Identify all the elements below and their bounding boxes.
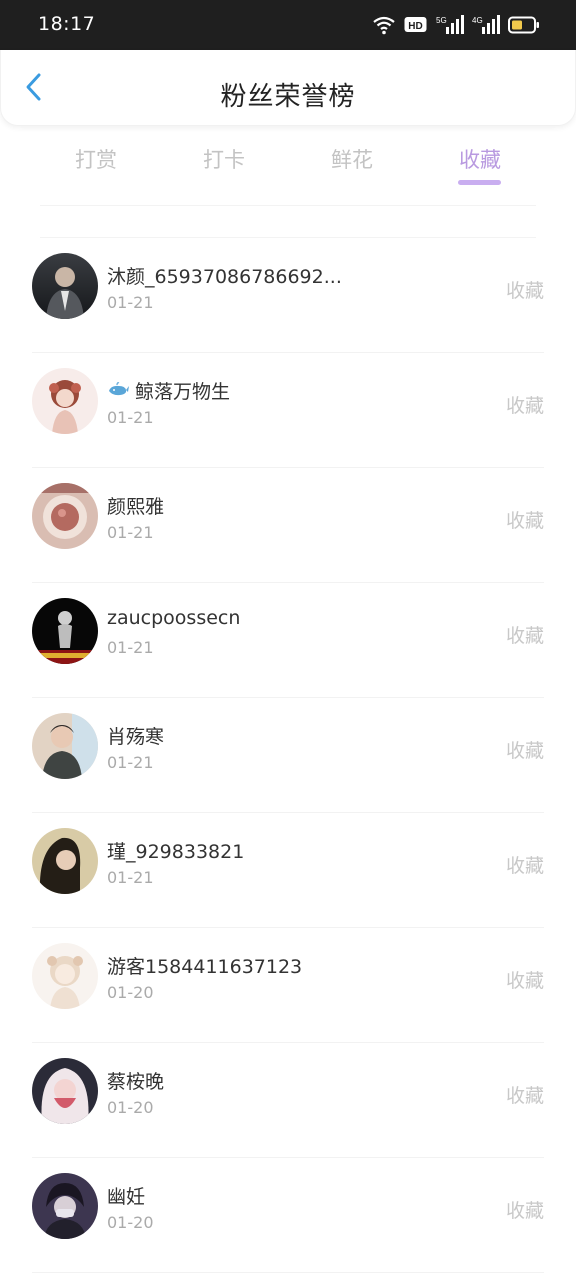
status-bar: 18:17 HD 5G 4G xyxy=(0,0,576,50)
fan-date: 01-21 xyxy=(107,293,154,312)
list-item[interactable]: 蔡桉晚 01-20 收藏 xyxy=(32,1043,544,1158)
list-item[interactable]: 游客1584411637123 01-20 收藏 xyxy=(32,928,544,1043)
svg-text:HD: HD xyxy=(408,21,422,32)
avatar xyxy=(32,368,98,434)
fan-date: 01-20 xyxy=(107,983,154,1002)
fan-date: 01-21 xyxy=(107,408,154,427)
fan-name: 沐颜_65937086786692... xyxy=(107,266,342,288)
list-item[interactable]: 沐颜_65937086786692... 01-21 收藏 xyxy=(32,238,544,353)
tab-flowers[interactable]: 鲜花 xyxy=(307,144,397,174)
avatar xyxy=(32,483,98,549)
action-label: 收藏 xyxy=(505,1200,544,1222)
wifi-icon xyxy=(372,15,396,35)
action-label: 收藏 xyxy=(505,855,544,877)
avatar xyxy=(32,943,98,1009)
fan-name: 幽妊 xyxy=(107,1186,146,1208)
list-item[interactable]: zaucpoossecn 01-21 收藏 xyxy=(32,583,544,698)
active-tab-indicator xyxy=(458,180,501,185)
fan-date: 01-21 xyxy=(107,523,154,542)
avatar xyxy=(32,1173,98,1239)
status-icons: HD 5G 4G xyxy=(372,14,540,36)
list-item[interactable]: 颜熙雅 01-21 收藏 xyxy=(32,468,544,583)
tab-bar: 打赏 打卡 鲜花 收藏 xyxy=(0,140,576,194)
fan-name: 游客1584411637123 xyxy=(107,956,303,978)
action-label: 收藏 xyxy=(505,625,544,647)
fan-name: 肖殇寒 xyxy=(107,726,165,748)
fan-date: 01-21 xyxy=(107,753,154,772)
fan-list: 沐颜_65937086786692... 01-21 收藏 鲸落万物生 01-2… xyxy=(0,238,576,1273)
status-time: 18:17 xyxy=(38,13,96,35)
fan-date: 01-21 xyxy=(107,638,154,657)
fan-name: zaucpoossecn xyxy=(107,607,241,629)
hd-icon: HD xyxy=(404,16,428,34)
signal-5g-icon: 5G xyxy=(436,15,464,35)
action-label: 收藏 xyxy=(505,1085,544,1107)
action-label: 收藏 xyxy=(505,970,544,992)
fan-date: 01-21 xyxy=(107,868,154,887)
tab-checkin[interactable]: 打卡 xyxy=(179,144,269,174)
svg-text:5G: 5G xyxy=(436,16,447,25)
fan-name: 瑾_929833821 xyxy=(107,841,245,863)
fan-date: 01-20 xyxy=(107,1098,154,1117)
avatar xyxy=(32,253,98,319)
avatar xyxy=(32,598,98,664)
whale-icon xyxy=(107,381,129,403)
divider xyxy=(40,205,536,206)
page-title: 粉丝荣誉榜 xyxy=(220,82,356,112)
avatar xyxy=(32,1058,98,1124)
header: 粉丝荣誉榜 xyxy=(0,50,576,126)
tab-reward[interactable]: 打赏 xyxy=(51,144,141,174)
fan-name: 蔡桉晚 xyxy=(107,1071,165,1093)
list-item[interactable]: 幽妊 01-20 收藏 xyxy=(32,1158,544,1273)
battery-icon xyxy=(508,16,540,34)
action-label: 收藏 xyxy=(505,740,544,762)
signal-4g-icon: 4G xyxy=(472,15,500,35)
fan-date: 01-20 xyxy=(107,1213,154,1232)
list-item[interactable]: 鲸落万物生 01-21 收藏 xyxy=(32,353,544,468)
action-label: 收藏 xyxy=(505,510,544,532)
fan-name: 鲸落万物生 xyxy=(107,377,230,404)
avatar xyxy=(32,828,98,894)
avatar xyxy=(32,713,98,779)
fan-name: 颜熙雅 xyxy=(107,496,165,518)
svg-text:4G: 4G xyxy=(472,16,483,25)
action-label: 收藏 xyxy=(505,280,544,302)
action-label: 收藏 xyxy=(505,395,544,417)
list-item[interactable]: 瑾_929833821 01-21 收藏 xyxy=(32,813,544,928)
tab-favorites[interactable]: 收藏 xyxy=(435,144,525,174)
list-item[interactable]: 肖殇寒 01-21 收藏 xyxy=(32,698,544,813)
